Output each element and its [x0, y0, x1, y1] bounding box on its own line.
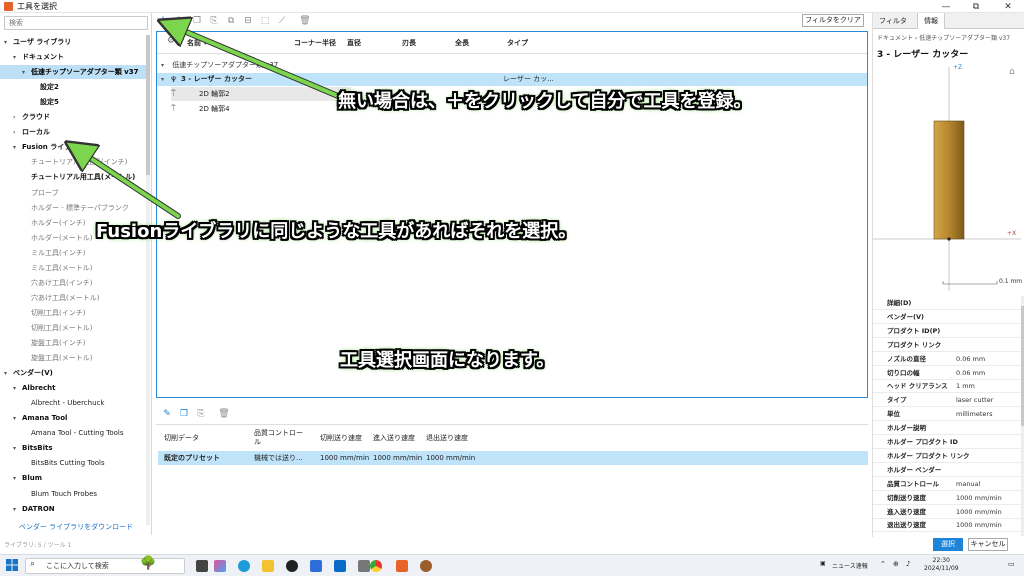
annotation-tool-select-screen: 工具選択画面になります。 — [340, 350, 555, 371]
arrow-to-fusion-library — [78, 150, 180, 218]
annotation-register-tool: 無い場合は、＋をクリックして自分で工具を登録。 — [338, 91, 752, 112]
annotation-select-fusion-tool: Fusionライブラリに同じような工具があればそれを選択。 — [96, 221, 577, 242]
arrow-to-plus — [172, 26, 340, 98]
